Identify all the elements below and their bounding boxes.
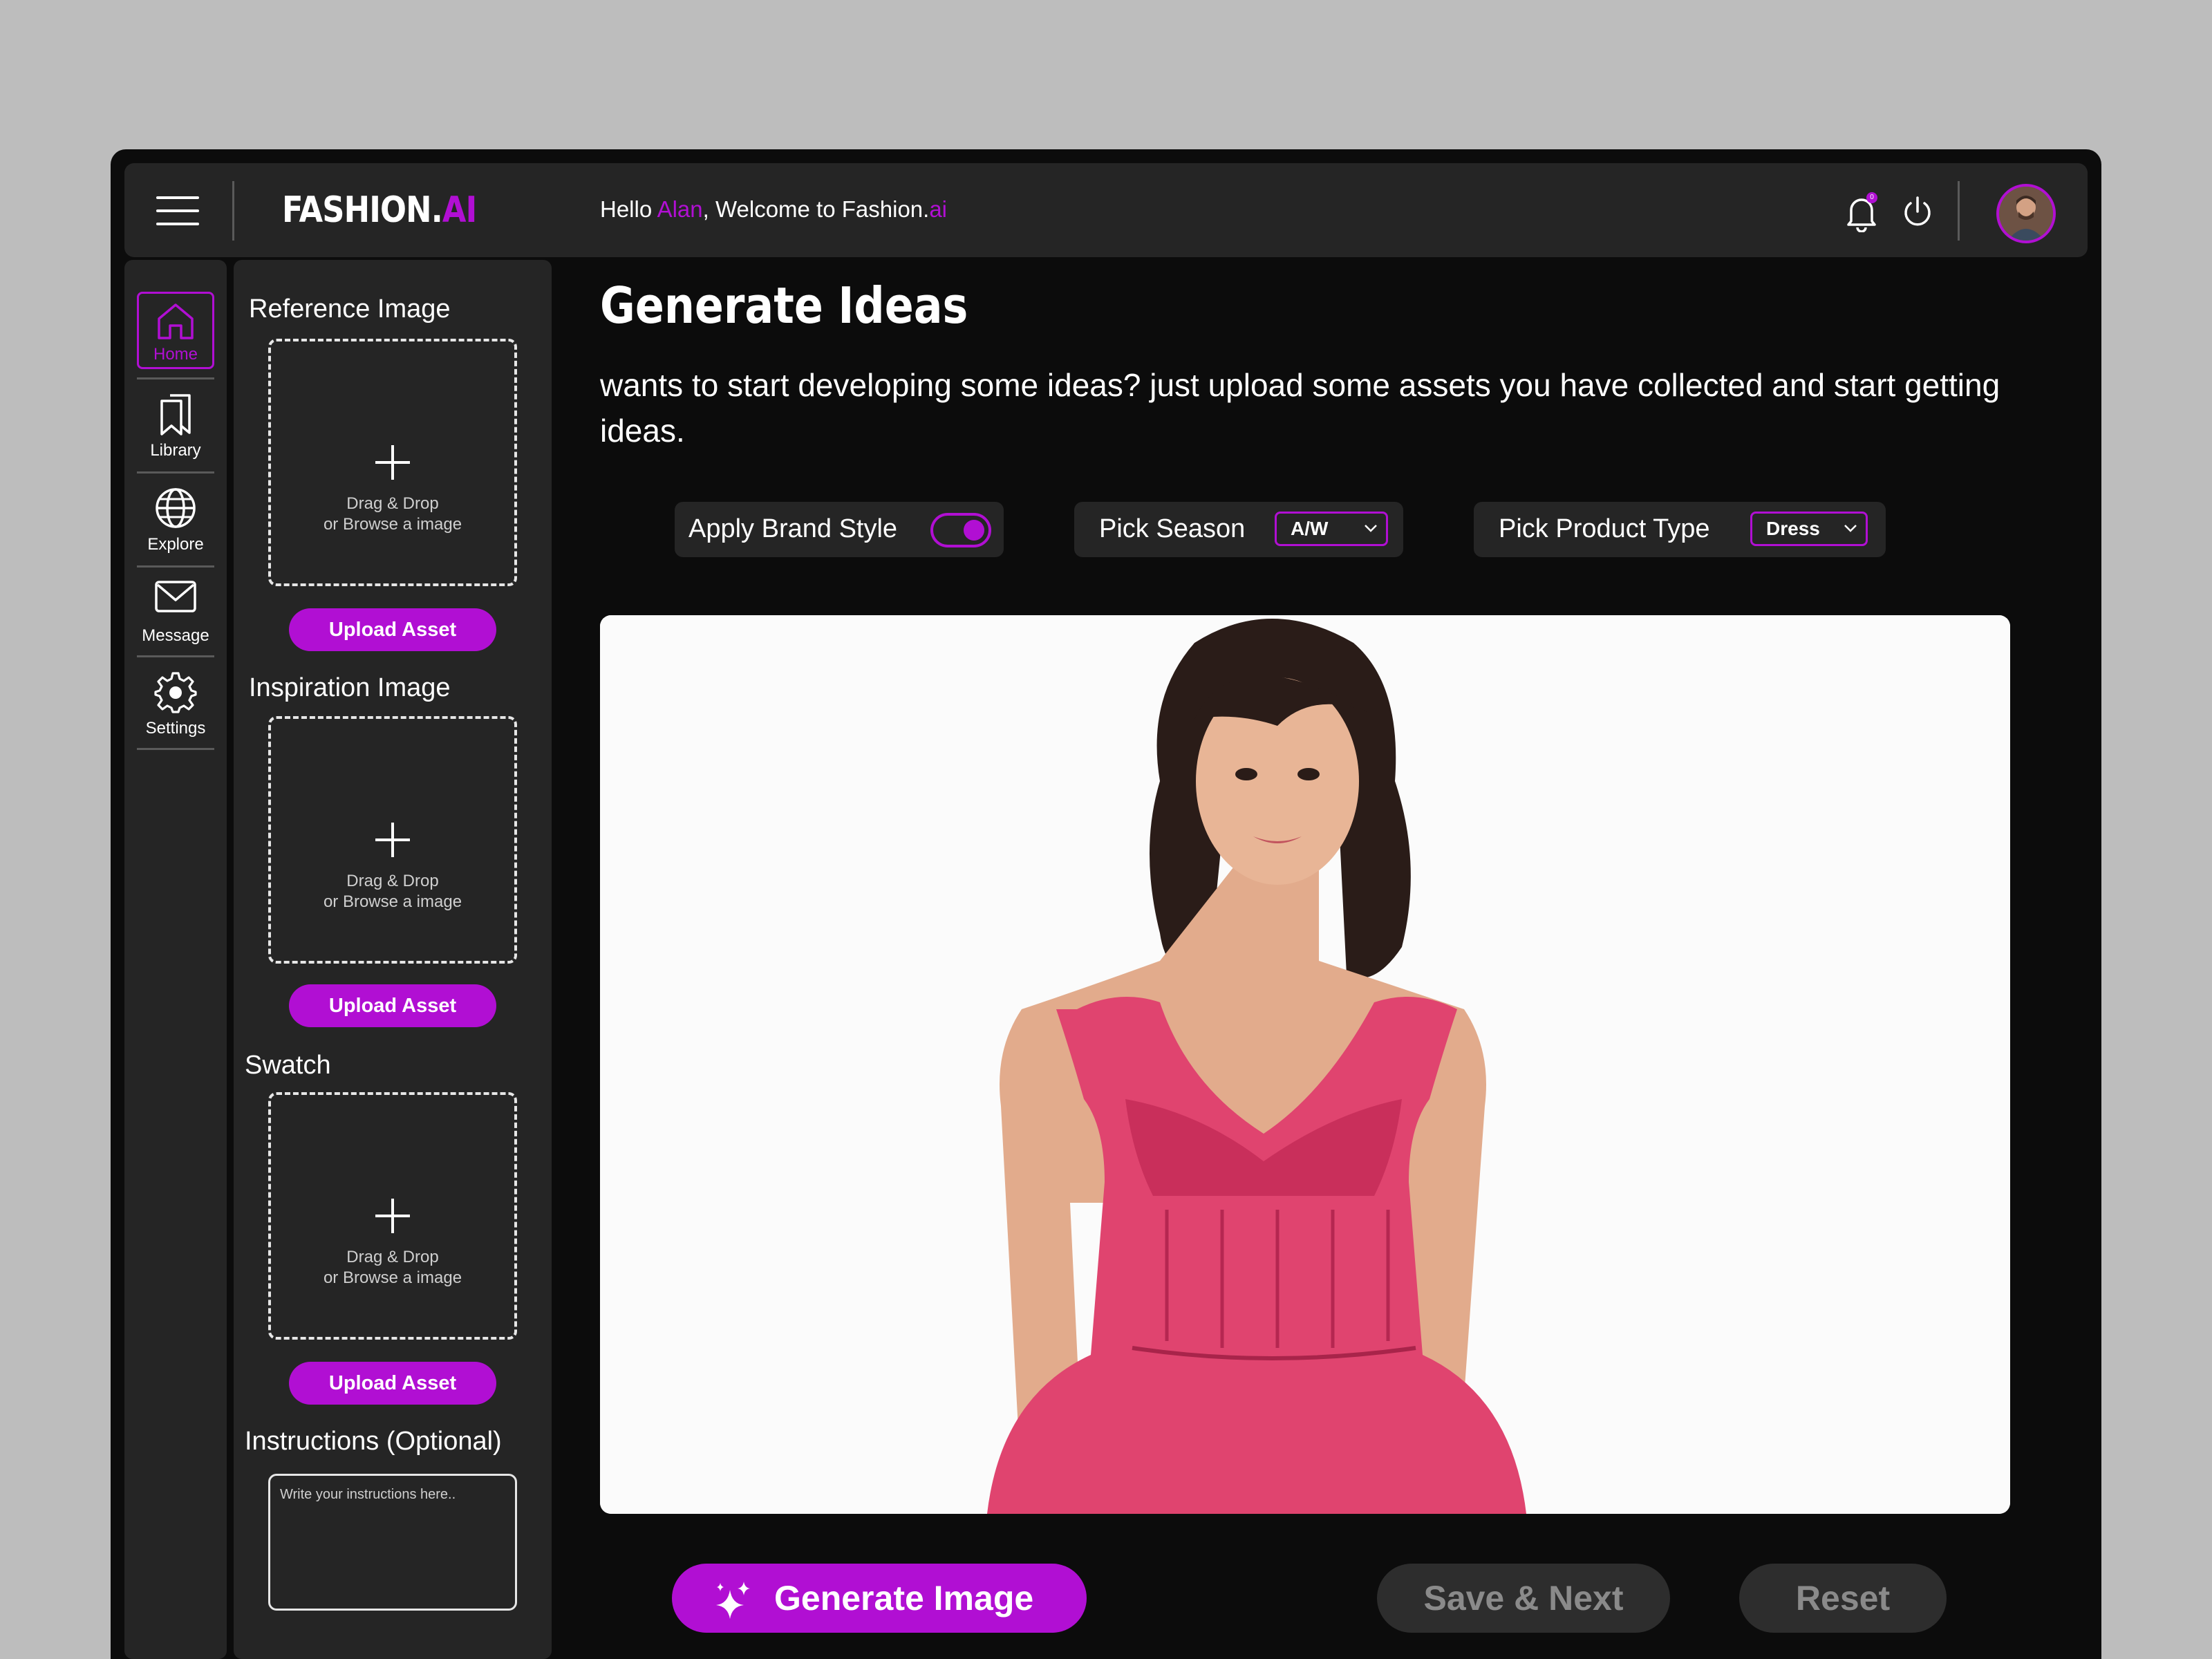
swatch-title: Swatch xyxy=(245,1051,331,1080)
product-type-select[interactable]: Dress xyxy=(1750,512,1868,546)
app-window: FASHION.AI Hello Alan, Welcome to Fashio… xyxy=(111,149,2101,1659)
page-subtitle: wants to start developing some ideas? ju… xyxy=(600,367,2000,449)
swatch-dropzone[interactable]: Drag & Drop or Browse a image xyxy=(268,1092,517,1340)
globe-icon xyxy=(156,488,196,528)
nav-item-explore[interactable]: Explore xyxy=(137,480,214,557)
user-name: Alan xyxy=(657,196,703,222)
instructions-input[interactable] xyxy=(268,1474,517,1611)
nav-item-home[interactable]: Home xyxy=(137,292,214,369)
upload-inspiration-button[interactable]: Upload Asset xyxy=(289,984,496,1027)
plus-icon xyxy=(375,445,410,480)
season-control: Pick Season A/W xyxy=(1074,502,1403,557)
season-select[interactable]: A/W xyxy=(1275,512,1388,546)
generate-image-button[interactable]: Generate Image xyxy=(672,1564,1087,1633)
nav-item-library[interactable]: Library xyxy=(137,386,214,463)
upload-swatch-button[interactable]: Upload Asset xyxy=(289,1362,496,1405)
app-logo: FASHION.AI xyxy=(282,189,477,231)
gear-icon xyxy=(154,672,197,713)
asset-panel: Reference Image Drag & Drop or Browse a i… xyxy=(234,260,552,1659)
power-icon[interactable] xyxy=(1900,194,1935,229)
divider xyxy=(232,181,234,241)
bookmark-icon xyxy=(160,394,191,435)
top-bar: FASHION.AI Hello Alan, Welcome to Fashio… xyxy=(124,163,2088,257)
instructions-title: Instructions (Optional) xyxy=(245,1427,502,1456)
nav-item-message[interactable]: Message xyxy=(137,571,214,648)
reference-image-title: Reference Image xyxy=(249,294,451,324)
reset-button[interactable]: Reset xyxy=(1739,1564,1947,1633)
save-next-button[interactable]: Save & Next xyxy=(1377,1564,1670,1633)
divider xyxy=(1958,181,1960,241)
notification-bell-icon[interactable]: 0 xyxy=(1844,192,1879,233)
inspiration-image-title: Inspiration Image xyxy=(249,673,451,702)
menu-icon[interactable] xyxy=(156,196,199,225)
notification-badge: 0 xyxy=(1866,192,1877,203)
product-type-control: Pick Product Type Dress xyxy=(1474,502,1886,557)
plus-icon xyxy=(375,823,410,857)
model-photo xyxy=(600,615,2010,1514)
welcome-message: Hello Alan, Welcome to Fashion.ai xyxy=(600,196,948,222)
upload-reference-button[interactable]: Upload Asset xyxy=(289,608,496,651)
nav-item-settings[interactable]: Settings xyxy=(137,664,214,741)
brand-style-control: Apply Brand Style xyxy=(675,502,1004,557)
plus-icon xyxy=(375,1199,410,1233)
inspiration-dropzone[interactable]: Drag & Drop or Browse a image xyxy=(268,716,517,964)
side-navigation: Home Library Explore Message Settings xyxy=(124,260,227,1659)
user-avatar[interactable] xyxy=(1996,184,2056,243)
mail-icon xyxy=(155,581,196,612)
page-title: Generate Ideas xyxy=(600,276,968,335)
brand-style-toggle[interactable] xyxy=(930,513,991,547)
generated-image-preview xyxy=(600,615,2010,1514)
chevron-down-icon xyxy=(1844,525,1857,532)
chevron-down-icon xyxy=(1365,525,1377,532)
reference-dropzone[interactable]: Drag & Drop or Browse a image xyxy=(268,339,517,586)
sparkle-icon xyxy=(716,1582,750,1619)
home-icon xyxy=(158,303,194,339)
